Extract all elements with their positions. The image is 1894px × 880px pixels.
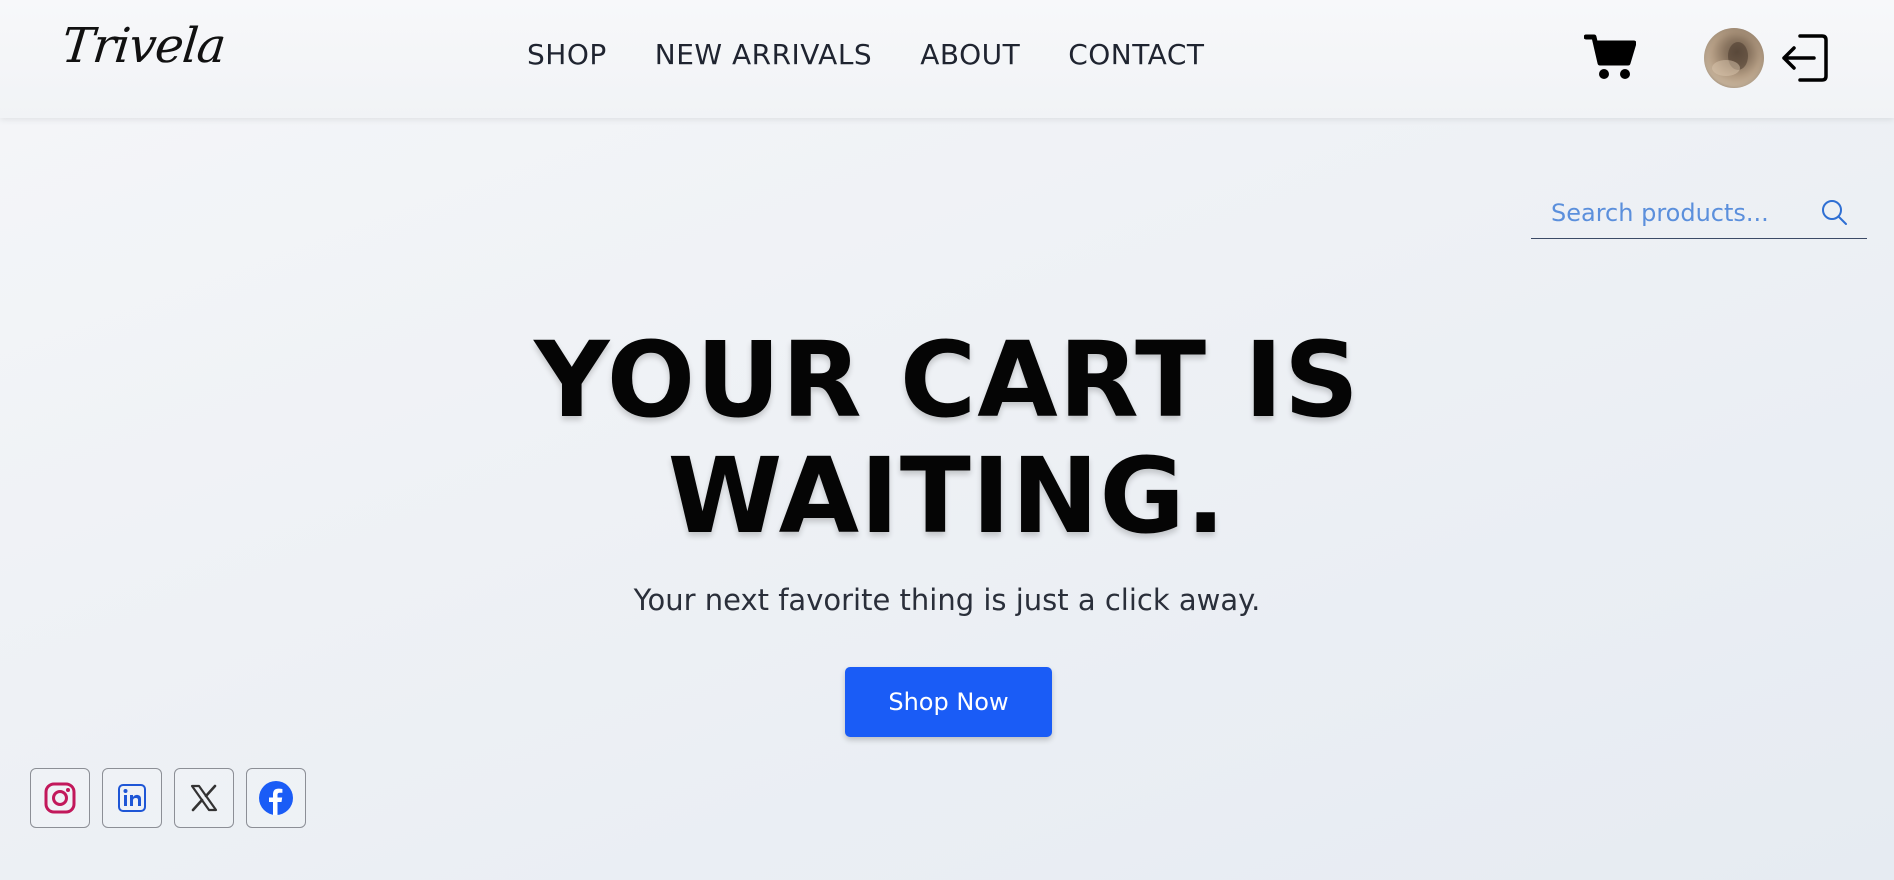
hero-title: YOUR CART IS WAITING. bbox=[0, 322, 1894, 554]
hero-title-line-1: YOUR CART IS bbox=[534, 319, 1360, 441]
nav-about[interactable]: ABOUT bbox=[920, 38, 1020, 71]
linkedin-link[interactable] bbox=[102, 768, 162, 828]
hero-subtitle: Your next favorite thing is just a click… bbox=[633, 583, 1261, 617]
cart-icon[interactable] bbox=[1583, 33, 1637, 81]
site-header: Trivela SHOP NEW ARRIVALS ABOUT CONTACT bbox=[0, 0, 1894, 118]
linkedin-icon bbox=[118, 784, 146, 812]
facebook-link[interactable] bbox=[246, 768, 306, 828]
hero-title-line-2: WAITING. bbox=[667, 435, 1227, 557]
search-bar bbox=[1531, 186, 1867, 239]
user-avatar[interactable] bbox=[1704, 28, 1764, 88]
search-input[interactable] bbox=[1549, 192, 1813, 234]
nav-contact[interactable]: CONTACT bbox=[1068, 38, 1204, 71]
social-links bbox=[30, 768, 306, 828]
facebook-icon bbox=[259, 781, 293, 815]
brand-logo[interactable]: Trivela bbox=[59, 18, 228, 74]
instagram-icon bbox=[44, 782, 76, 814]
main-nav: SHOP NEW ARRIVALS ABOUT CONTACT bbox=[527, 38, 1205, 71]
instagram-link[interactable] bbox=[30, 768, 90, 828]
login-icon[interactable] bbox=[1780, 32, 1830, 84]
search-icon[interactable] bbox=[1819, 197, 1849, 227]
shop-now-button[interactable]: Shop Now bbox=[845, 667, 1052, 737]
nav-shop[interactable]: SHOP bbox=[527, 38, 607, 71]
x-icon bbox=[190, 784, 218, 812]
nav-new-arrivals[interactable]: NEW ARRIVALS bbox=[655, 38, 872, 71]
x-link[interactable] bbox=[174, 768, 234, 828]
